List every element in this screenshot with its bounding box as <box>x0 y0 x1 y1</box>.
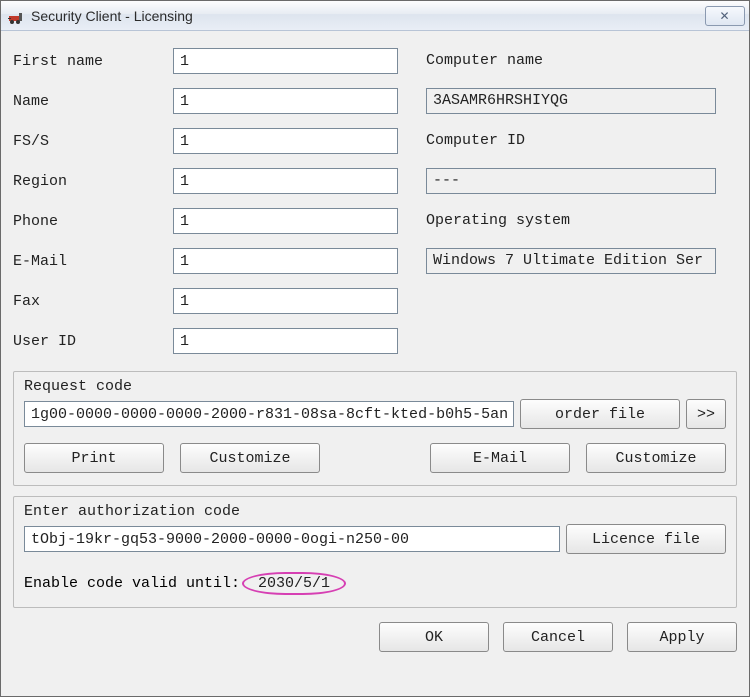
first-name-label: First name <box>13 53 173 70</box>
fss-input[interactable] <box>173 128 398 154</box>
auth-code-label: Enter authorization code <box>24 503 726 520</box>
app-icon <box>7 7 25 25</box>
licensing-window: Security Client - Licensing ✕ First name… <box>0 0 750 697</box>
client-area: First name Name FS/S Region Phone <box>1 31 749 696</box>
valid-until-date: 2030/5/1 <box>242 572 346 595</box>
computer-name-value: 3ASAMR6HRSHIYQG <box>426 88 716 114</box>
print-button[interactable]: Print <box>24 443 164 473</box>
dialog-buttons: OK Cancel Apply <box>13 608 737 652</box>
email-input[interactable] <box>173 248 398 274</box>
fax-input[interactable] <box>173 288 398 314</box>
more-button[interactable]: >> <box>686 399 726 429</box>
region-label: Region <box>13 173 173 190</box>
region-input[interactable] <box>173 168 398 194</box>
licence-file-button[interactable]: Licence file <box>566 524 726 554</box>
titlebar: Security Client - Licensing ✕ <box>1 1 749 31</box>
customize2-button[interactable]: Customize <box>586 443 726 473</box>
os-label: Operating system <box>426 212 570 231</box>
ok-button[interactable]: OK <box>379 622 489 652</box>
window-title: Security Client - Licensing <box>31 8 701 24</box>
first-name-input[interactable] <box>173 48 398 74</box>
request-code-input[interactable] <box>24 401 514 427</box>
valid-until-label: Enable code valid until: <box>24 575 240 592</box>
phone-label: Phone <box>13 213 173 230</box>
auth-code-input[interactable] <box>24 526 560 552</box>
name-label: Name <box>13 93 173 110</box>
computer-name-label: Computer name <box>426 52 543 71</box>
order-file-button[interactable]: order file <box>520 399 680 429</box>
user-id-input[interactable] <box>173 328 398 354</box>
user-id-label: User ID <box>13 333 173 350</box>
request-code-label: Request code <box>24 378 726 395</box>
close-icon: ✕ <box>719 9 730 23</box>
cancel-button[interactable]: Cancel <box>503 622 613 652</box>
os-value: Windows 7 Ultimate Edition Ser <box>426 248 716 274</box>
left-column: First name Name FS/S Region Phone <box>13 41 398 361</box>
email-label: E-Mail <box>13 253 173 270</box>
apply-button[interactable]: Apply <box>627 622 737 652</box>
close-button[interactable]: ✕ <box>705 6 745 26</box>
fax-label: Fax <box>13 293 173 310</box>
email-button[interactable]: E-Mail <box>430 443 570 473</box>
fss-label: FS/S <box>13 133 173 150</box>
auth-code-group: Enter authorization code Licence file En… <box>13 496 737 608</box>
right-column: Computer name 3ASAMR6HRSHIYQG Computer I… <box>426 41 737 361</box>
phone-input[interactable] <box>173 208 398 234</box>
name-input[interactable] <box>173 88 398 114</box>
customize-button[interactable]: Customize <box>180 443 320 473</box>
computer-id-value: --- <box>426 168 716 194</box>
computer-id-label: Computer ID <box>426 132 525 151</box>
request-code-group: Request code order file >> Print Customi… <box>13 371 737 486</box>
